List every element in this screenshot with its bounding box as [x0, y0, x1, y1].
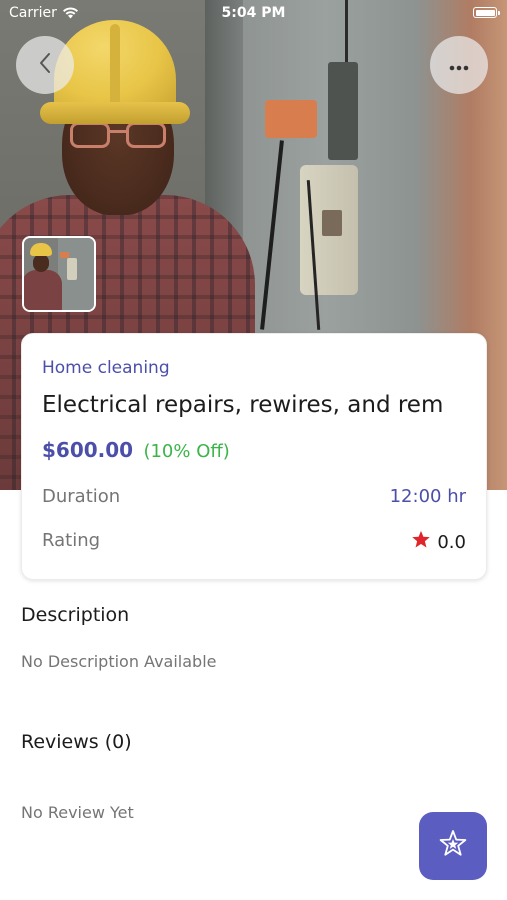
more-options-button[interactable] [430, 36, 488, 94]
duration-value: 12:00 hr [389, 486, 466, 507]
rating-value: 0.0 [437, 531, 466, 553]
duration-label: Duration [42, 486, 121, 507]
service-category: Home cleaning [42, 358, 170, 378]
description-text: No Description Available [21, 652, 217, 671]
more-horizontal-icon [449, 56, 469, 75]
discount-label: (10% Off) [143, 441, 230, 462]
chevron-left-icon [38, 52, 52, 78]
description-heading: Description [21, 604, 130, 626]
gallery-thumbnail[interactable] [22, 236, 96, 312]
back-button[interactable] [16, 36, 74, 94]
rate-service-button[interactable] [419, 812, 487, 880]
duration-row: Duration 12:00 hr [42, 486, 466, 512]
rating-label: Rating [42, 530, 101, 551]
status-bar: Carrier 5:04 PM [0, 0, 507, 28]
battery-icon [473, 7, 500, 18]
reviews-empty-text: No Review Yet [21, 803, 134, 822]
reviews-heading: Reviews (0) [21, 731, 132, 753]
service-title: Electrical repairs, rewires, and rem [42, 392, 444, 418]
price-row: $600.00 (10% Off) [42, 438, 230, 462]
star-badge-icon [438, 829, 468, 863]
rating-row: Rating 0.0 [42, 530, 466, 556]
service-price: $600.00 [42, 438, 134, 462]
status-time: 5:04 PM [221, 5, 286, 21]
service-info-card: Home cleaning Electrical repairs, rewire… [21, 333, 487, 580]
star-icon [411, 530, 431, 554]
